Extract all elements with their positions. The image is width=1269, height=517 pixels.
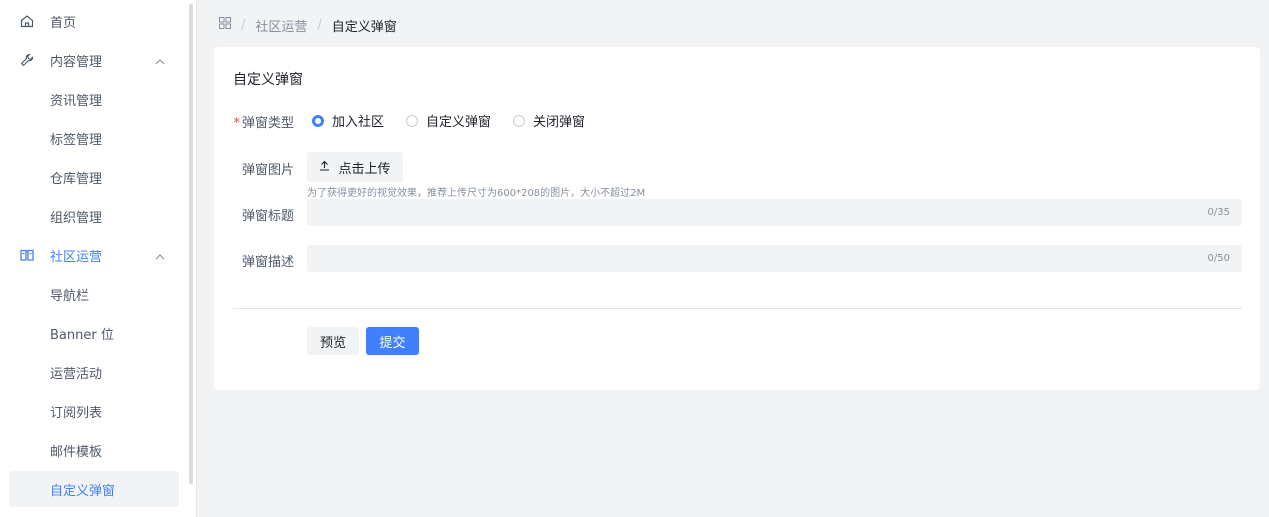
divider xyxy=(233,308,1242,309)
breadcrumb-separator: / xyxy=(317,17,322,33)
title-char-counter: 0/35 xyxy=(1207,207,1230,218)
radio-close-popup[interactable]: 关闭弹窗 xyxy=(513,111,585,130)
sidebar-item-label: 内容管理 xyxy=(50,54,103,70)
sidebar-item-label: 组织管理 xyxy=(50,210,103,226)
required-mark: * xyxy=(233,116,240,131)
sidebar-item-banner[interactable]: Banner 位 xyxy=(9,315,179,351)
upload-hint: 为了获得更好的视觉效果，推荐上传尺寸为600*208的图片，大小不超过2M xyxy=(307,188,646,199)
sidebar-group-content[interactable]: 内容管理 xyxy=(9,42,179,78)
breadcrumb: / 社区运营 / 自定义弹窗 xyxy=(219,16,397,35)
sidebar-item-label: 资讯管理 xyxy=(50,93,103,109)
popup-type-radio-group: 加入社区 自定义弹窗 关闭弹窗 xyxy=(312,111,607,130)
sidebar-item-email-templates[interactable]: 邮件模板 xyxy=(9,432,179,468)
chevron-up-icon xyxy=(155,250,165,265)
book-icon xyxy=(20,248,34,262)
upload-icon xyxy=(319,160,330,174)
sidebar-item-label: 自定义弹窗 xyxy=(50,483,116,499)
sidebar-item-orgs[interactable]: 组织管理 xyxy=(9,198,179,234)
sidebar-item-label: 仓库管理 xyxy=(50,171,103,187)
home-icon xyxy=(20,14,34,28)
wrench-icon xyxy=(20,53,34,67)
sidebar-item-news[interactable]: 资讯管理 xyxy=(9,81,179,117)
sidebar-item-label: 运营活动 xyxy=(50,366,103,382)
radio-join-community[interactable]: 加入社区 xyxy=(312,111,384,130)
sidebar-item-label: 邮件模板 xyxy=(50,444,103,460)
sidebar-item-label: Banner 位 xyxy=(50,327,114,343)
sidebar-scrollbar[interactable] xyxy=(189,4,193,484)
upload-button[interactable]: 点击上传 xyxy=(307,152,403,182)
radio-dot xyxy=(312,114,324,127)
desc-input[interactable] xyxy=(307,245,1242,272)
desc-char-counter: 0/50 xyxy=(1207,253,1230,264)
sidebar-item-label: 导航栏 xyxy=(50,288,90,304)
sidebar-item-repos[interactable]: 仓库管理 xyxy=(9,159,179,195)
sidebar-item-label: 标签管理 xyxy=(50,132,103,148)
breadcrumb-item-community[interactable]: 社区运营 xyxy=(255,16,307,35)
breadcrumb-item-current: 自定义弹窗 xyxy=(331,19,397,35)
title-input[interactable] xyxy=(307,199,1242,226)
sidebar-item-activities[interactable]: 运营活动 xyxy=(9,354,179,390)
form-card: 自定义弹窗 * 弹窗类型 加入社区 自定义弹窗 关闭弹窗 弹窗图片 点击上传 为了… xyxy=(214,47,1260,390)
submit-button[interactable]: 提交 xyxy=(366,327,419,355)
sidebar-item-label: 订阅列表 xyxy=(50,405,103,421)
title-label: 弹窗标题 xyxy=(241,209,294,224)
breadcrumb-separator: / xyxy=(241,17,246,33)
radio-custom-popup[interactable]: 自定义弹窗 xyxy=(406,111,491,130)
radio-dot xyxy=(513,114,526,127)
sidebar-item-navbar[interactable]: 导航栏 xyxy=(9,276,179,312)
chevron-up-icon xyxy=(155,55,165,70)
sidebar-group-community[interactable]: 社区运营 xyxy=(9,237,179,273)
sidebar-item-subscriptions[interactable]: 订阅列表 xyxy=(9,393,179,429)
sidebar-item-label: 首页 xyxy=(50,15,77,31)
sidebar-item-custom-popup[interactable]: 自定义弹窗 xyxy=(9,471,179,507)
sidebar-item-label: 社区运营 xyxy=(50,249,103,265)
desc-label: 弹窗描述 xyxy=(241,255,294,270)
sidebar-item-tags[interactable]: 标签管理 xyxy=(9,120,179,156)
type-label: * 弹窗类型 xyxy=(233,116,294,131)
radio-dot xyxy=(406,114,419,127)
preview-button[interactable]: 预览 xyxy=(307,327,359,355)
sidebar: 首页 内容管理 资讯管理 标签管理 仓库管理 组织管理 社区运营 导航栏 Ban… xyxy=(0,0,197,517)
apps-grid-icon[interactable] xyxy=(219,17,231,33)
page-title: 自定义弹窗 xyxy=(233,72,303,88)
sidebar-item-home[interactable]: 首页 xyxy=(9,3,179,39)
image-label: 弹窗图片 xyxy=(241,163,294,178)
